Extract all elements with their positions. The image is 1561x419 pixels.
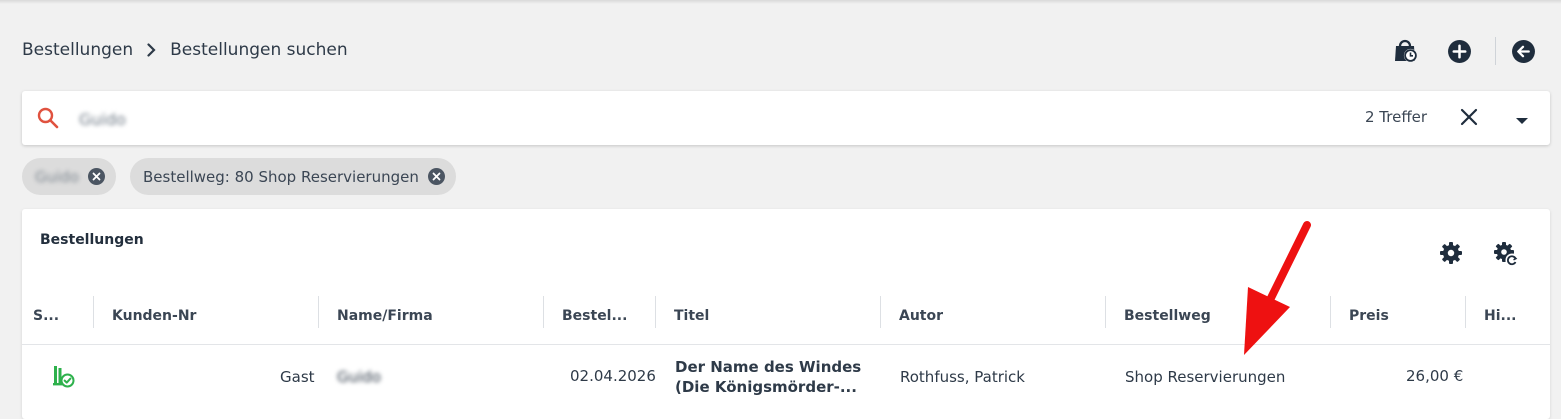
search-input[interactable] [77,105,881,133]
column-resize-handle[interactable] [1105,296,1106,328]
cell-preis: 26,00 € [1406,367,1464,385]
close-icon[interactable] [1458,106,1480,132]
filter-chip-bestellweg[interactable]: Bestellweg: 80 Shop Reservierungen [130,158,456,195]
filter-chip-label: Guido [35,167,79,186]
column-header-bestellweg[interactable]: Bestellweg [1124,287,1211,344]
top-shadow [0,0,1561,4]
breadcrumb-current: Bestellungen suchen [170,40,348,60]
column-resize-handle[interactable] [880,296,881,328]
header-divider [1495,37,1496,65]
books-check-icon [51,364,75,392]
gear-icon[interactable] [1439,241,1463,269]
cell-bestellweg: Shop Reservierungen [1125,368,1286,386]
filter-chip-query[interactable]: Guido [22,158,116,195]
cell-titel-line1: Der Name des Windes [675,358,862,376]
chevron-down-icon[interactable] [1515,111,1529,130]
cell-name: Guido [337,368,381,386]
shopping-bag-clock-icon[interactable] [1393,38,1419,64]
orders-title: Bestellungen [40,232,144,248]
column-header-kunden-nr[interactable]: Kunden-Nr [112,287,196,344]
close-circle-icon[interactable] [427,168,445,185]
cell-autor: Rothfuss, Patrick [900,368,1025,386]
search-icon [37,107,59,133]
column-resize-handle[interactable] [655,296,656,328]
annotation-arrow [1244,221,1311,355]
column-header-bestelldatum[interactable]: Bestel... [562,287,627,344]
chevron-right-icon [147,43,156,57]
column-resize-handle[interactable] [1465,296,1466,328]
column-header-hinweis[interactable]: Hi... [1484,287,1516,344]
cell-kunden-nr: Gast [280,368,315,386]
column-resize-handle[interactable] [543,296,544,328]
hit-count: 2 Treffer [1365,108,1428,126]
column-header-status[interactable]: S... [33,287,59,344]
plus-circle-icon[interactable] [1446,38,1472,64]
cell-titel: Der Name des Windes (Die Königsmörder-..… [675,357,861,397]
column-header-name[interactable]: Name/Firma [337,287,433,344]
column-header-preis[interactable]: Preis [1349,287,1389,344]
cell-bestelldatum: 02.04.2026 [570,367,656,385]
column-resize-handle[interactable] [93,296,94,328]
breadcrumb: Bestellungen Bestellungen suchen [22,38,348,62]
close-circle-icon[interactable] [88,168,105,185]
filter-chip-label: Bestellweg: 80 Shop Reservierungen [143,167,419,186]
breadcrumb-root[interactable]: Bestellungen [22,40,133,60]
search-bar: 2 Treffer [22,91,1550,145]
gear-refresh-icon[interactable] [1493,241,1519,271]
column-resize-handle[interactable] [318,296,319,328]
column-resize-handle[interactable] [1330,296,1331,328]
cell-titel-line2: (Die Königsmörder-... [675,378,857,396]
arrow-left-circle-icon[interactable] [1510,38,1536,64]
column-header-titel[interactable]: Titel [674,287,709,344]
column-header-autor[interactable]: Autor [899,287,943,344]
